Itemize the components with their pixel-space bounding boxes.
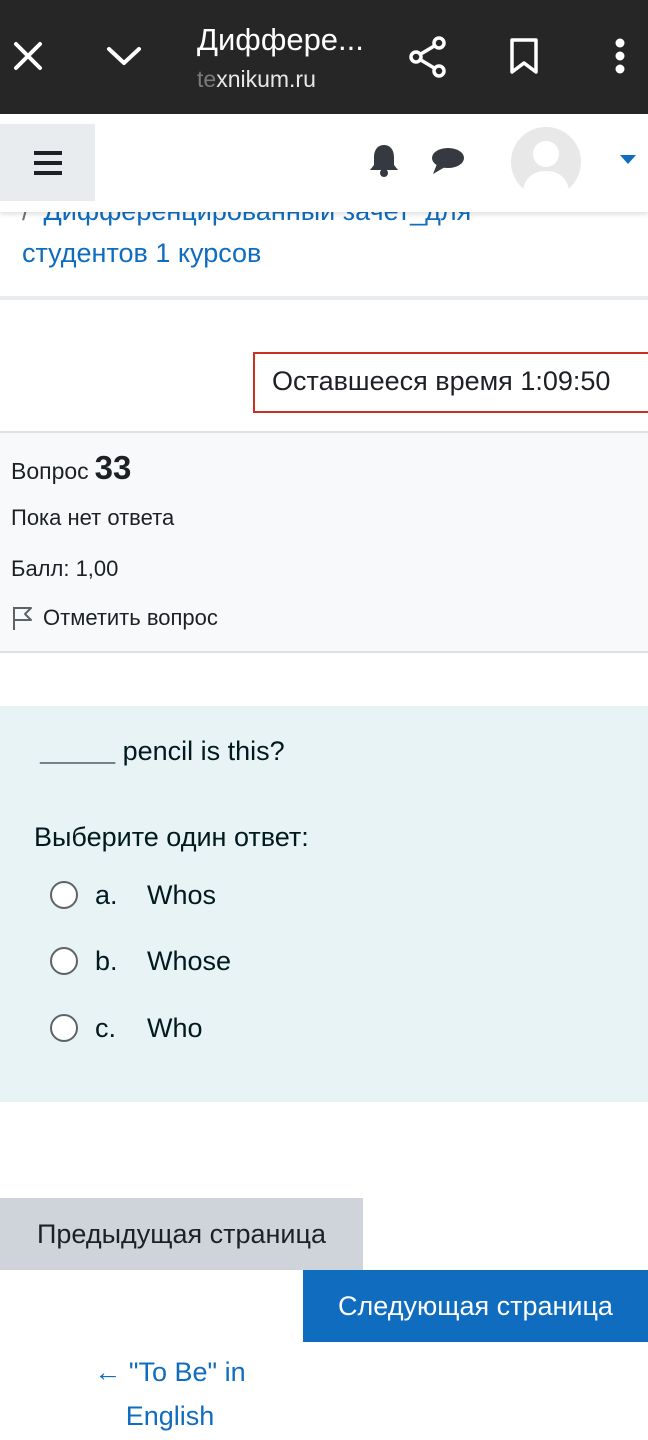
breadcrumb-item-course-cont[interactable]: студентов 1 курсов: [22, 238, 261, 269]
timer-value: 1:09:50: [520, 366, 611, 396]
next-page-button[interactable]: Следующая страница: [303, 1270, 648, 1342]
page-host: texnikum.ru: [197, 66, 316, 92]
answer-prompt: Выберите один ответ:: [34, 822, 309, 852]
site-navbar: [0, 114, 648, 212]
bookmark-icon[interactable]: [502, 34, 546, 78]
question-grade: Балл: 1,00: [11, 556, 119, 581]
share-icon[interactable]: [405, 34, 451, 80]
radio-button[interactable]: [50, 1014, 78, 1042]
question-text: _____ pencil is this?: [40, 736, 285, 766]
flag-label: Отметить вопрос: [43, 605, 218, 630]
avatar[interactable]: [511, 127, 581, 197]
flag-icon: [11, 605, 35, 631]
answer-text: Who: [147, 1012, 203, 1043]
menu-button[interactable]: [0, 124, 95, 201]
question-content: _____ pencil is this? Выберите один отве…: [0, 706, 648, 1102]
answer-letter: b.: [95, 945, 118, 976]
chevron-down-icon[interactable]: [102, 36, 146, 76]
question-info: Вопрос 33 Пока нет ответа Балл: 1,00 Отме…: [0, 431, 648, 653]
more-vert-icon[interactable]: [604, 34, 636, 78]
radio-button[interactable]: [50, 881, 78, 909]
flag-question-button[interactable]: Отметить вопрос: [11, 605, 218, 631]
caret-down-icon[interactable]: [614, 150, 642, 170]
radio-button[interactable]: [50, 947, 78, 975]
menu-icon: [33, 150, 62, 176]
quiz-timer: Оставшееся время 1:09:50: [253, 352, 648, 413]
bell-icon[interactable]: [366, 140, 402, 180]
answer-letter: c.: [95, 1012, 117, 1043]
answer-text: Whos: [147, 879, 217, 910]
page-title: Диффере...: [197, 22, 364, 57]
answer-text: Whose: [147, 945, 232, 976]
question-blank: _____: [40, 736, 116, 766]
previous-activity-link[interactable]: ← "To Be" in English: [80, 1350, 260, 1438]
browser-toolbar: Диффере... texnikum.ru: [0, 0, 648, 114]
answer-option-a[interactable]: a. Whos: [50, 873, 450, 917]
answer-option-c[interactable]: c. Who: [50, 1006, 450, 1050]
chat-icon[interactable]: [428, 144, 468, 178]
answer-option-b[interactable]: b. Whose: [50, 939, 450, 983]
divider: [0, 296, 648, 300]
timer-label: Оставшееся время: [272, 366, 513, 396]
previous-page-button[interactable]: Предыдущая страница: [0, 1198, 363, 1270]
question-number: Вопрос 33: [11, 449, 132, 486]
question-state: Пока нет ответа: [11, 505, 175, 530]
answer-letter: a.: [95, 879, 118, 910]
close-icon[interactable]: [8, 36, 48, 76]
